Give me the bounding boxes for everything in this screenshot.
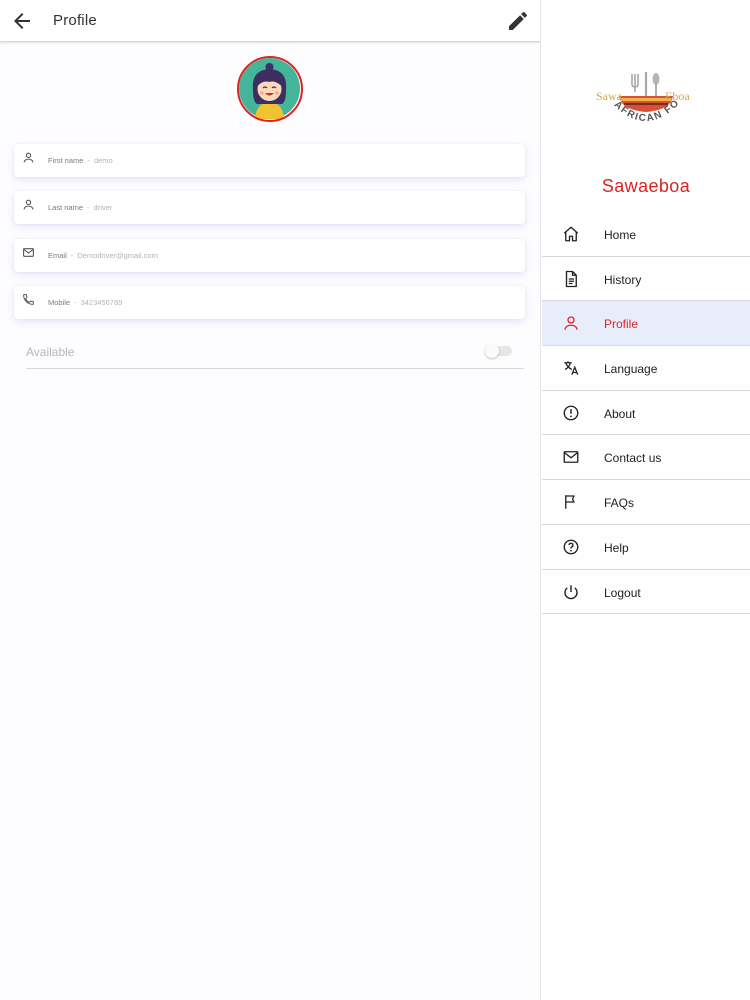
person-icon bbox=[562, 314, 580, 332]
navigation-drawer: AFRICAN FOODS Sawa Eboa Sawaeboa Home Hi… bbox=[540, 0, 750, 1000]
profile-screen: Profile First name - demo Last name - dr… bbox=[0, 0, 540, 1000]
menu-item-logout[interactable]: Logout bbox=[542, 569, 750, 615]
separator-dash: - bbox=[74, 298, 77, 307]
menu-item-history[interactable]: History bbox=[542, 256, 750, 302]
info-icon bbox=[562, 404, 580, 422]
app-bar: Profile bbox=[0, 0, 540, 42]
person-icon bbox=[22, 198, 35, 211]
available-label: Available bbox=[26, 345, 75, 359]
edit-pencil-icon[interactable] bbox=[506, 9, 530, 33]
menu-item-help[interactable]: Help bbox=[542, 524, 750, 570]
field-label: Email bbox=[48, 251, 67, 260]
menu-item-home[interactable]: Home bbox=[542, 212, 750, 257]
help-icon bbox=[562, 538, 580, 556]
logo-word-left: Sawa bbox=[596, 89, 622, 103]
toggle-knob bbox=[485, 344, 499, 358]
logo-word-right: Eboa bbox=[665, 89, 690, 103]
separator-dash: - bbox=[70, 251, 74, 260]
available-toggle[interactable] bbox=[485, 344, 512, 358]
menu-item-label: About bbox=[604, 406, 636, 421]
home-icon bbox=[562, 225, 580, 243]
document-icon bbox=[562, 270, 580, 288]
field-value: Demodriver@gmail.com bbox=[77, 251, 158, 260]
menu-item-faqs[interactable]: FAQs bbox=[542, 480, 750, 525]
first-name-field[interactable]: First name - demo bbox=[14, 144, 525, 177]
menu-item-label: Contact us bbox=[604, 451, 662, 466]
separator-dash: - bbox=[87, 156, 90, 165]
menu-item-label: History bbox=[604, 272, 642, 287]
menu-item-language[interactable]: Language bbox=[542, 346, 750, 391]
field-value: 3423456789 bbox=[80, 298, 123, 307]
field-value: demo bbox=[93, 156, 113, 165]
field-label: First name bbox=[48, 156, 84, 165]
avatar[interactable] bbox=[237, 56, 303, 122]
available-row: Available bbox=[26, 336, 524, 369]
menu-item-label: FAQs bbox=[604, 496, 635, 511]
mail-icon bbox=[562, 448, 580, 466]
menu-item-label: Help bbox=[604, 540, 629, 555]
menu-item-label: Logout bbox=[604, 585, 641, 600]
separator-dash: - bbox=[87, 203, 90, 212]
menu-item-profile[interactable]: Profile bbox=[542, 301, 750, 347]
menu-item-contact-us[interactable]: Contact us bbox=[542, 435, 750, 481]
power-icon bbox=[562, 583, 580, 601]
brand-name: Sawaeboa bbox=[601, 176, 691, 196]
brand-logo: AFRICAN FOODS Sawa Eboa bbox=[591, 70, 699, 142]
menu-item-about[interactable]: About bbox=[542, 390, 750, 436]
mail-icon bbox=[22, 246, 35, 259]
drawer-menu: Home History Profile Language About Cont… bbox=[542, 212, 750, 615]
back-arrow-icon[interactable] bbox=[10, 9, 34, 33]
page-title: Profile bbox=[53, 12, 97, 29]
phone-icon bbox=[22, 293, 35, 306]
menu-item-label: Language bbox=[604, 362, 658, 377]
email-field[interactable]: Email - Demodriver@gmail.com bbox=[14, 239, 525, 272]
field-value: driver bbox=[93, 203, 113, 212]
flag-icon bbox=[562, 493, 580, 511]
field-label: Mobile bbox=[48, 298, 71, 307]
field-label: Last name bbox=[48, 203, 84, 212]
avatar-girl-image bbox=[239, 58, 300, 119]
bowl-utensils-logo-image: AFRICAN FOODS bbox=[591, 70, 681, 124]
last-name-field[interactable]: Last name - driver bbox=[14, 191, 525, 224]
translate-icon bbox=[562, 359, 580, 377]
menu-item-label: Profile bbox=[604, 317, 639, 332]
person-icon bbox=[22, 151, 35, 164]
mobile-field[interactable]: Mobile -3423456789 bbox=[14, 286, 525, 319]
menu-item-label: Home bbox=[604, 228, 637, 242]
